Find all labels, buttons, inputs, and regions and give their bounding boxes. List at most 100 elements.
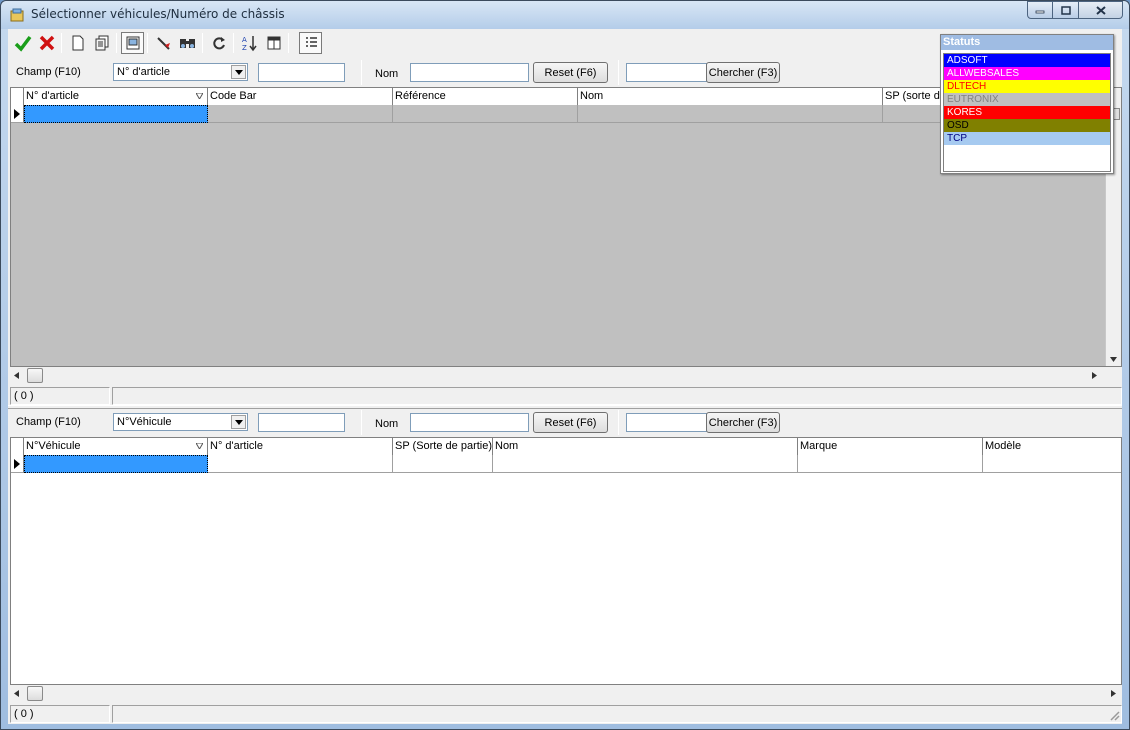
bottom-col-marque[interactable]: Marque	[798, 438, 983, 455]
bottom-col-nom[interactable]: Nom	[493, 438, 798, 455]
columns-button[interactable]	[262, 32, 285, 54]
bottom-col-article[interactable]: N° d'article	[208, 438, 393, 455]
statut-item-eutronix[interactable]: EUTRONIX	[944, 93, 1110, 106]
table-cell-selected[interactable]	[24, 105, 208, 123]
refresh-button[interactable]	[207, 32, 230, 54]
statut-item-kores[interactable]: KORES	[944, 106, 1110, 119]
list-view-button[interactable]	[299, 32, 322, 54]
title-bar[interactable]: Sélectionner véhicules/Numéro de châssis	[1, 1, 1129, 29]
print-preview-icon	[126, 36, 139, 50]
window-controls	[1027, 1, 1123, 19]
bottom-record-count: ( 0 )	[10, 705, 110, 723]
table-cell[interactable]	[208, 105, 393, 123]
row-indicator-header	[11, 88, 24, 105]
main-window: Sélectionner véhicules/Numéro de châssis	[0, 0, 1130, 730]
scroll-thumb[interactable]	[27, 686, 43, 701]
minimize-icon	[1035, 10, 1045, 14]
close-button[interactable]	[1079, 1, 1123, 19]
filter-separator	[618, 60, 619, 85]
top-search-input[interactable]	[626, 63, 707, 82]
current-row-arrow-icon	[14, 458, 20, 469]
filter-icon	[156, 37, 170, 50]
filter-button[interactable]	[152, 32, 175, 54]
filter-separator	[618, 410, 619, 435]
row-indicator	[11, 105, 24, 123]
top-record-count: ( 0 )	[10, 387, 110, 405]
top-col-codebar[interactable]: Code Bar	[208, 88, 393, 105]
toolbar-separator	[147, 33, 148, 53]
statut-item-adsoft[interactable]: ADSOFT	[944, 54, 1110, 67]
statut-item-dltech[interactable]: DLTECH	[944, 80, 1110, 93]
table-cell[interactable]	[393, 455, 493, 473]
svg-text:A: A	[242, 36, 247, 44]
bottom-search-button[interactable]: Chercher (F3)	[706, 412, 780, 433]
bottom-champ-select[interactable]: N°Véhicule	[113, 413, 248, 431]
cancel-x-icon	[39, 35, 54, 51]
statuts-list: ADSOFT ALLWEBSALES DLTECH EUTRONIX KORES…	[943, 53, 1111, 172]
resize-grip-icon[interactable]	[1108, 709, 1120, 721]
scroll-right-icon[interactable]	[1092, 372, 1097, 379]
bottom-horizontal-scrollbar[interactable]	[10, 685, 1122, 702]
bottom-reset-button[interactable]: Reset (F6)	[533, 412, 608, 433]
bottom-filter-row: Champ (F10) N°Véhicule Nom Reset (F6) Ch…	[8, 410, 1122, 436]
bottom-nom-input[interactable]	[410, 413, 529, 432]
chevron-down-icon[interactable]	[231, 415, 246, 429]
bottom-col-vehicule[interactable]: N°Véhicule	[24, 438, 208, 455]
table-cell[interactable]	[578, 105, 883, 123]
top-col-article[interactable]: N° d'article	[24, 88, 208, 105]
top-reset-button[interactable]: Reset (F6)	[533, 62, 608, 83]
statuts-title: Statuts	[941, 35, 1113, 50]
table-cell[interactable]	[983, 455, 1121, 473]
new-button[interactable]	[66, 32, 89, 54]
minimize-button[interactable]	[1027, 1, 1053, 19]
row-indicator-header	[11, 438, 24, 455]
table-cell[interactable]	[798, 455, 983, 473]
pane-splitter[interactable]	[8, 405, 1122, 409]
sort-desc-icon	[196, 443, 203, 449]
scroll-thumb[interactable]	[27, 368, 43, 383]
bottom-col-sp[interactable]: SP (Sorte de partie)	[393, 438, 493, 455]
scroll-right-icon[interactable]	[1111, 690, 1116, 697]
bottom-champ-label: Champ (F10)	[16, 416, 81, 428]
bottom-status-panel	[112, 705, 1122, 723]
confirm-button[interactable]	[11, 32, 34, 54]
scroll-left-icon[interactable]	[14, 690, 19, 697]
bottom-grid-header: N°Véhicule N° d'article SP (Sorte de par…	[11, 438, 1121, 455]
preview-button[interactable]	[121, 32, 144, 54]
top-col-reference[interactable]: Référence	[393, 88, 578, 105]
top-horizontal-scrollbar[interactable]	[10, 367, 1105, 384]
table-cell-selected[interactable]	[24, 455, 208, 473]
top-search-button[interactable]: Chercher (F3)	[706, 62, 780, 83]
sort-az-icon: AZ	[242, 36, 257, 52]
table-cell[interactable]	[493, 455, 798, 473]
find-button[interactable]	[176, 32, 199, 54]
maximize-button[interactable]	[1053, 1, 1079, 19]
statut-item-osd[interactable]: OSD	[944, 119, 1110, 132]
table-row[interactable]	[11, 455, 1121, 473]
bottom-champ-input[interactable]	[258, 413, 345, 432]
bottom-search-input[interactable]	[626, 413, 707, 432]
top-nom-input[interactable]	[410, 63, 529, 82]
top-status-panel	[112, 387, 1122, 405]
scroll-down-icon[interactable]	[1110, 357, 1117, 362]
bottom-status-bar: ( 0 )	[10, 705, 1122, 723]
scroll-left-icon[interactable]	[14, 372, 19, 379]
sort-button[interactable]: AZ	[238, 32, 261, 54]
table-cell[interactable]	[208, 455, 393, 473]
statut-item-tcp[interactable]: TCP	[944, 132, 1110, 145]
columns-icon	[267, 36, 280, 50]
top-champ-select[interactable]: N° d'article	[113, 63, 248, 81]
top-col-nom[interactable]: Nom	[578, 88, 883, 105]
statut-item-allwebsales[interactable]: ALLWEBSALES	[944, 67, 1110, 80]
row-indicator	[11, 455, 24, 473]
copy-button[interactable]	[90, 32, 113, 54]
app-icon	[10, 8, 24, 22]
cancel-button[interactable]	[35, 32, 58, 54]
chevron-down-icon[interactable]	[231, 65, 246, 79]
toolbar-separator	[202, 33, 203, 53]
top-champ-input[interactable]	[258, 63, 345, 82]
filter-separator	[361, 410, 362, 435]
table-cell[interactable]	[393, 105, 578, 123]
bottom-col-modele[interactable]: Modèle	[983, 438, 1121, 455]
window-title: Sélectionner véhicules/Numéro de châssis	[31, 7, 285, 21]
